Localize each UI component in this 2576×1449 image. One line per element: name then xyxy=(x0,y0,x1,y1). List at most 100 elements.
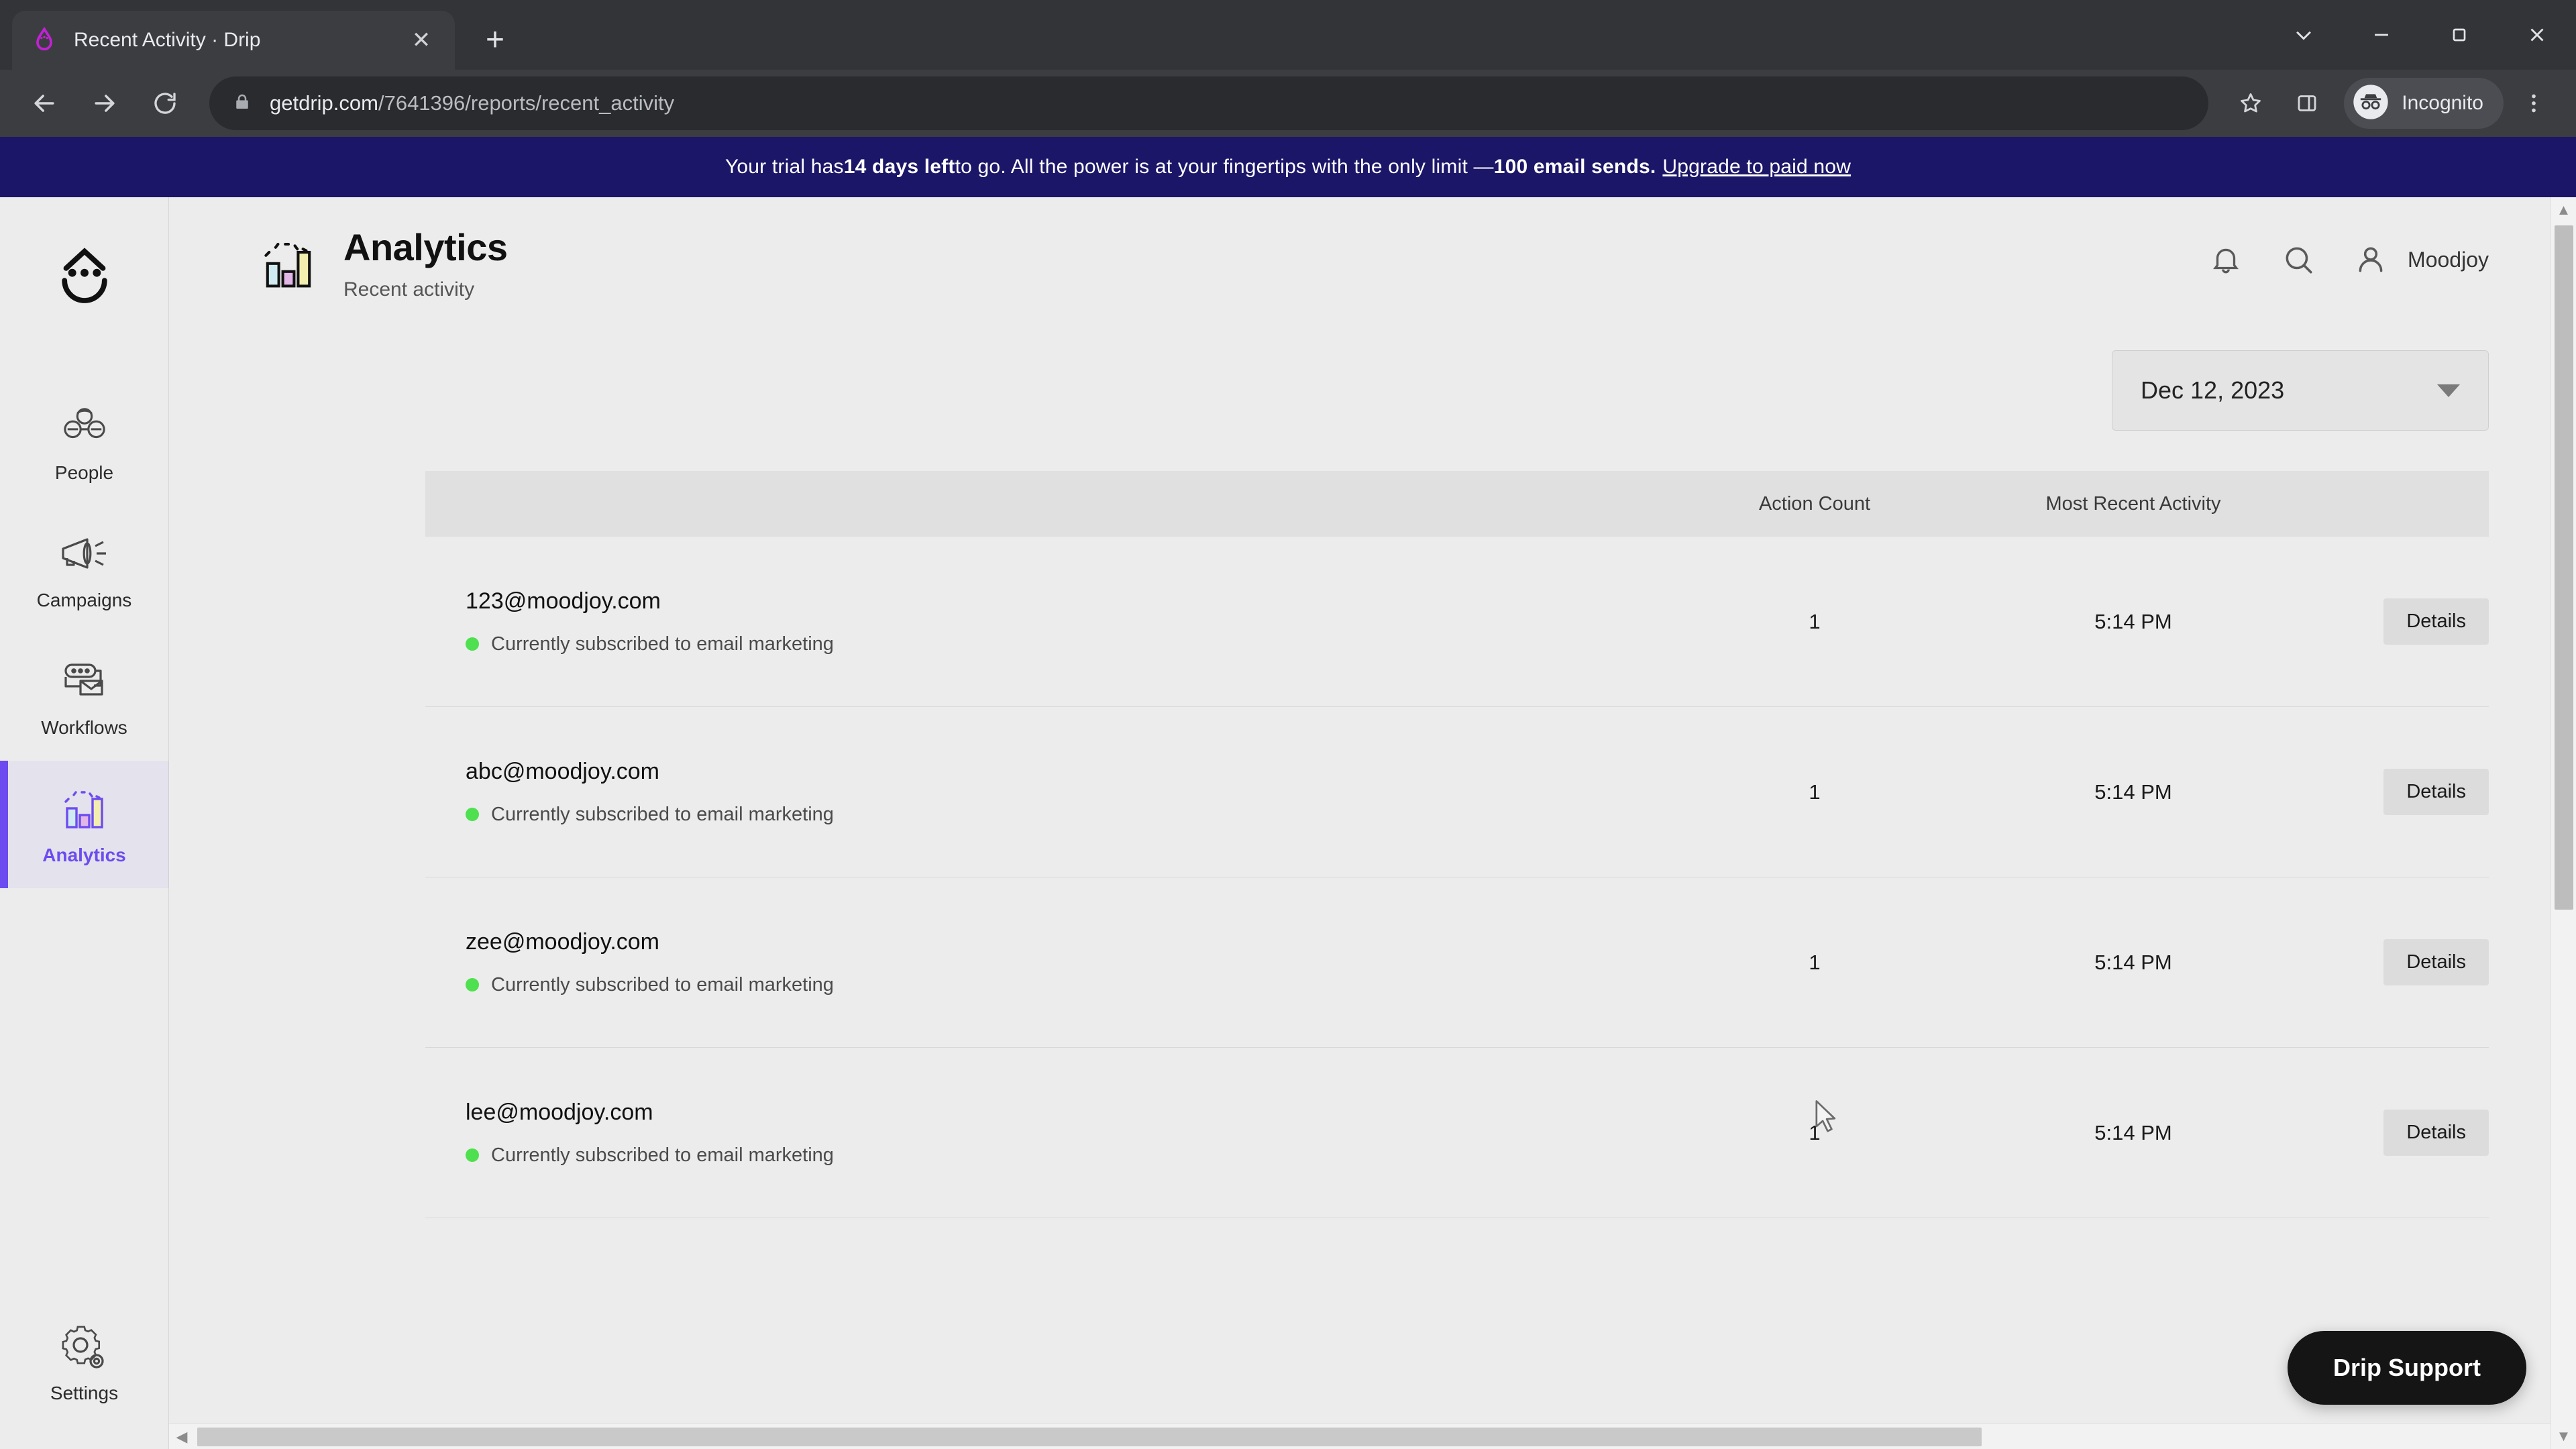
bookmark-star-icon[interactable] xyxy=(2224,77,2277,129)
status-dot-icon xyxy=(466,637,479,651)
cell-subscriber: 123@moodjoy.com Currently subscribed to … xyxy=(425,588,1670,655)
subscriber-email[interactable]: lee@moodjoy.com xyxy=(466,1099,1670,1126)
bell-icon[interactable] xyxy=(2205,239,2247,280)
recent-activity-table: Action Count Most Recent Activity 123@mo… xyxy=(425,471,2489,1218)
kebab-menu-icon[interactable] xyxy=(2508,77,2560,129)
table-row[interactable]: abc@moodjoy.com Currently subscribed to … xyxy=(425,707,2489,877)
close-icon[interactable] xyxy=(2498,0,2576,70)
window-controls xyxy=(2265,0,2576,70)
banner-prefix: Your trial has xyxy=(724,156,844,178)
minimize-icon[interactable] xyxy=(2343,0,2420,70)
status-dot-icon xyxy=(466,978,479,991)
browser-toolbar: getdrip.com/7641396/reports/recent_activ… xyxy=(0,70,2576,137)
url-path: /7641396/reports/recent_activity xyxy=(378,91,675,115)
details-button[interactable]: Details xyxy=(2383,769,2489,815)
sidebar-item-workflows[interactable]: Workflows xyxy=(0,633,169,761)
horizontal-scrollbar[interactable]: ◀ xyxy=(169,1424,2551,1449)
restore-icon[interactable] xyxy=(2420,0,2498,70)
close-icon[interactable]: ✕ xyxy=(405,24,437,56)
scroll-up-arrow-icon[interactable]: ▲ xyxy=(2557,197,2571,223)
people-icon xyxy=(54,400,115,453)
browser-tab[interactable]: Recent Activity · Drip ✕ xyxy=(12,11,455,70)
table-row[interactable]: 123@moodjoy.com Currently subscribed to … xyxy=(425,537,2489,707)
cell-subscriber: zee@moodjoy.com Currently subscribed to … xyxy=(425,929,1670,996)
trial-banner: Your trial has 14 days left to go. All t… xyxy=(0,137,2576,197)
table-row[interactable]: zee@moodjoy.com Currently subscribed to … xyxy=(425,877,2489,1048)
date-range-picker[interactable]: Dec 12, 2023 xyxy=(2112,350,2489,431)
cell-actions: Details xyxy=(2308,1110,2489,1156)
vertical-scroll-thumb[interactable] xyxy=(2554,225,2573,910)
sidebar-item-label: Campaigns xyxy=(36,590,132,610)
tab-strip: Recent Activity · Drip ✕ + xyxy=(0,0,2576,70)
address-bar-text: getdrip.com/7641396/reports/recent_activ… xyxy=(270,91,674,115)
sidebar-item-analytics[interactable]: Analytics xyxy=(0,761,169,888)
sidebar-item-label: Settings xyxy=(50,1383,119,1403)
cell-actions: Details xyxy=(2308,769,2489,815)
cell-most-recent-activity: 5:14 PM xyxy=(2094,950,2172,974)
subscriber-email[interactable]: 123@moodjoy.com xyxy=(466,588,1670,614)
status-text: Currently subscribed to email marketing xyxy=(491,633,834,655)
address-bar[interactable]: getdrip.com/7641396/reports/recent_activ… xyxy=(209,76,2209,130)
user-icon[interactable] xyxy=(2350,239,2392,280)
vertical-scrollbar[interactable]: ▲ ▼ xyxy=(2551,197,2576,1449)
subscriber-email[interactable]: zee@moodjoy.com xyxy=(466,929,1670,955)
profile-incognito-button[interactable]: Incognito xyxy=(2344,78,2504,129)
bar-chart-icon xyxy=(256,232,321,297)
cell-most-recent-activity: 5:14 PM xyxy=(2094,609,2172,633)
incognito-icon xyxy=(2352,83,2390,124)
new-tab-button[interactable]: + xyxy=(470,15,521,66)
page-subtitle: Recent activity xyxy=(343,278,475,301)
tab-title: Recent Activity · Drip xyxy=(74,29,261,51)
reload-icon[interactable] xyxy=(137,75,193,131)
cell-most-recent-activity: 5:14 PM xyxy=(2094,1120,2172,1144)
sidebar-item-settings[interactable]: Settings xyxy=(0,1299,169,1426)
table-header-row: Action Count Most Recent Activity xyxy=(425,471,2489,537)
gear-icon xyxy=(54,1321,115,1373)
workflow-icon xyxy=(54,655,115,708)
page-title: Analytics xyxy=(343,226,508,268)
subscription-status: Currently subscribed to email marketing xyxy=(466,633,1670,655)
subscriber-email[interactable]: abc@moodjoy.com xyxy=(466,759,1670,785)
account-name[interactable]: Moodjoy xyxy=(2408,248,2489,272)
details-button[interactable]: Details xyxy=(2383,1110,2489,1156)
sidebar: People Campaigns Workflows Analytics Set… xyxy=(0,197,169,1449)
status-dot-icon xyxy=(466,808,479,821)
megaphone-icon xyxy=(54,528,115,580)
upgrade-link[interactable]: Upgrade to paid now xyxy=(1662,156,1851,178)
cell-action-count: 1 xyxy=(1809,780,1821,804)
drip-support-button[interactable]: Drip Support xyxy=(2288,1331,2526,1405)
horizontal-scroll-thumb[interactable] xyxy=(197,1427,1982,1446)
column-header-action-count: Action Count xyxy=(1758,492,1871,515)
details-button[interactable]: Details xyxy=(2383,939,2489,985)
details-button[interactable]: Details xyxy=(2383,598,2489,645)
status-dot-icon xyxy=(466,1148,479,1162)
drip-logo-icon xyxy=(30,25,59,55)
scroll-left-arrow-icon[interactable]: ◀ xyxy=(169,1428,195,1446)
bar-chart-icon xyxy=(54,783,115,835)
chevron-down-icon[interactable] xyxy=(2265,0,2343,70)
url-host: getdrip.com xyxy=(270,91,378,115)
table-row[interactable]: lee@moodjoy.com Currently subscribed to … xyxy=(425,1048,2489,1218)
page-header: Analytics Recent activity xyxy=(256,197,2522,301)
forward-arrow-icon[interactable] xyxy=(76,75,133,131)
status-text: Currently subscribed to email marketing xyxy=(491,803,834,825)
lock-icon xyxy=(232,92,252,115)
status-text: Currently subscribed to email marketing xyxy=(491,973,834,996)
banner-middle: to go. All the power is at your fingerti… xyxy=(955,156,1494,178)
column-header-most-recent-activity: Most Recent Activity xyxy=(2045,492,2221,515)
sidebar-item-campaigns[interactable]: Campaigns xyxy=(0,506,169,633)
sidebar-item-label: People xyxy=(54,462,114,483)
cell-subscriber: lee@moodjoy.com Currently subscribed to … xyxy=(425,1099,1670,1167)
scroll-down-arrow-icon[interactable]: ▼ xyxy=(2557,1424,2571,1449)
cell-action-count: 1 xyxy=(1809,1120,1821,1144)
subscription-status: Currently subscribed to email marketing xyxy=(466,804,1670,826)
banner-days-left: 14 days left xyxy=(843,156,955,178)
subscription-status: Currently subscribed to email marketing xyxy=(466,1144,1670,1167)
search-icon[interactable] xyxy=(2277,239,2319,280)
sidebar-item-label: Analytics xyxy=(42,845,126,865)
back-arrow-icon[interactable] xyxy=(16,75,72,131)
banner-limit: 100 email sends. xyxy=(1493,156,1656,178)
sidebar-item-people[interactable]: People xyxy=(0,378,169,506)
side-panel-icon[interactable] xyxy=(2281,77,2333,129)
drip-smiley-logo-icon[interactable] xyxy=(48,237,121,311)
